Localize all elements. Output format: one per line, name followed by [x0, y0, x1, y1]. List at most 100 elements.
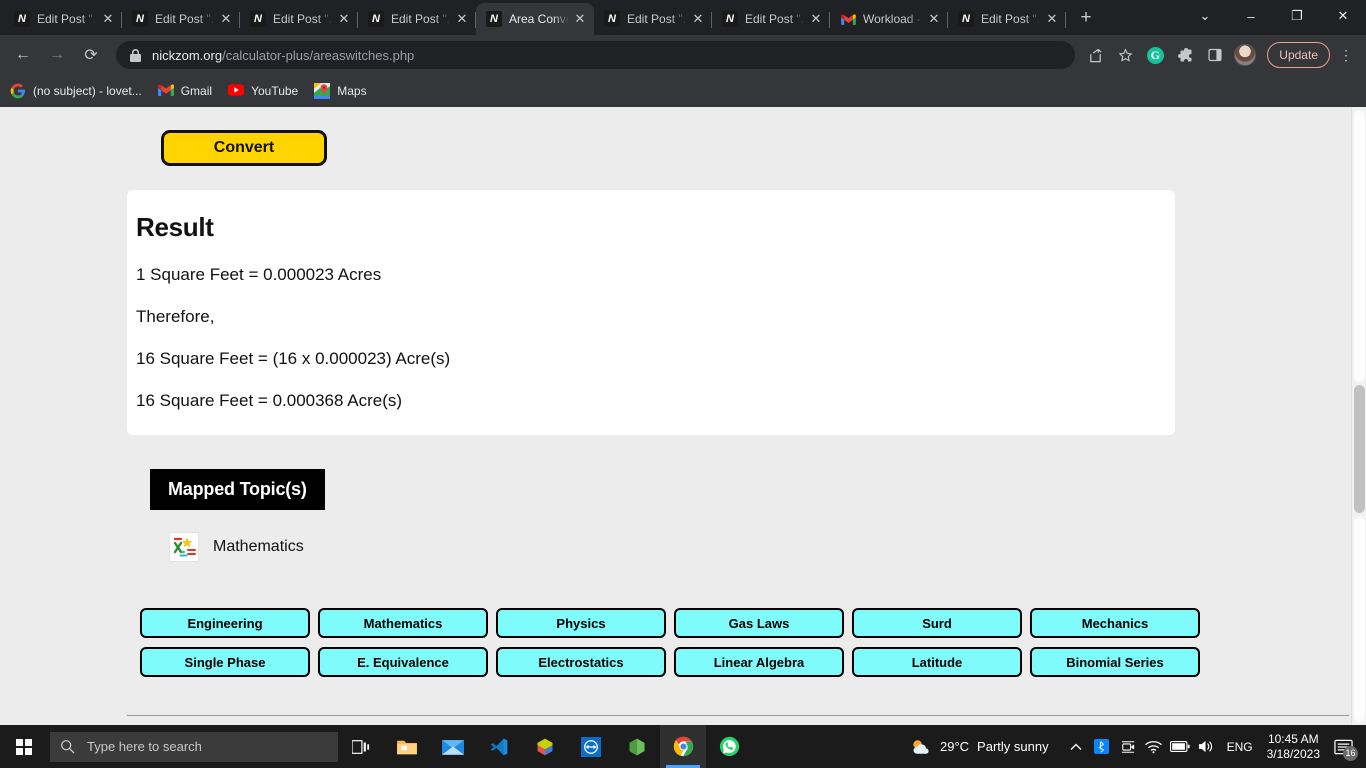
- close-icon[interactable]: ✕: [336, 11, 352, 27]
- tag-button-e-equivalence[interactable]: E. Equivalence: [318, 647, 488, 677]
- grammarly-badge: G: [1146, 46, 1164, 64]
- wifi-icon[interactable]: [1141, 725, 1167, 768]
- section-divider: [127, 715, 1349, 716]
- close-window-button[interactable]: ✕: [1320, 0, 1366, 32]
- close-icon[interactable]: ✕: [690, 11, 706, 27]
- browser-tab-workload[interactable]: Workload - ✕: [830, 3, 948, 35]
- nickzom-icon: N: [722, 11, 738, 27]
- convert-button[interactable]: Convert: [161, 130, 327, 166]
- bookmark-label: Gmail: [180, 84, 213, 98]
- side-panel-icon[interactable]: [1201, 41, 1229, 69]
- close-icon[interactable]: ✕: [926, 11, 942, 27]
- tab-strip: N Edit Post "... ✕ N Edit Post "... ✕ N …: [0, 0, 1366, 35]
- bookmark-item-no-subject[interactable]: (no subject) - lovet...: [10, 83, 142, 99]
- tag-button-gas-laws[interactable]: Gas Laws: [674, 608, 844, 638]
- browser-tab-9[interactable]: N Edit Post "... ✕: [948, 3, 1066, 35]
- maps-icon: [314, 83, 331, 99]
- new-tab-button[interactable]: +: [1072, 5, 1100, 33]
- task-view-icon[interactable]: [338, 725, 384, 768]
- weather-widget[interactable]: 29°C Partly sunny: [910, 738, 1049, 756]
- node-icon[interactable]: [614, 725, 660, 768]
- page-content: Convert Result 1 Square Feet = 0.000023 …: [0, 107, 1351, 725]
- battery-icon[interactable]: [1167, 725, 1193, 768]
- mail-icon[interactable]: [430, 725, 476, 768]
- nickzom-icon: N: [368, 11, 384, 27]
- browser-tab-3[interactable]: N Edit Post "... ✕: [240, 3, 358, 35]
- mapped-topic-item[interactable]: Mathematics: [169, 532, 1351, 562]
- whatsapp-icon[interactable]: [706, 725, 752, 768]
- close-icon[interactable]: ✕: [218, 11, 234, 27]
- tab-search-icon[interactable]: ⌄: [1182, 0, 1228, 32]
- lock-icon: [128, 48, 142, 62]
- file-explorer-icon[interactable]: [384, 725, 430, 768]
- volume-icon[interactable]: [1193, 725, 1219, 768]
- address-bar[interactable]: nickzom.org/calculator-plus/areaswitches…: [116, 41, 1076, 69]
- bookmark-item-youtube[interactable]: YouTube: [228, 83, 298, 99]
- page-viewport: Convert Result 1 Square Feet = 0.000023 …: [0, 107, 1366, 725]
- bluetooth-icon[interactable]: [1089, 725, 1115, 768]
- extensions-puzzle-icon[interactable]: [1171, 41, 1199, 69]
- tag-button-binomial-series[interactable]: Binomial Series: [1030, 647, 1200, 677]
- gmail-icon: [840, 11, 856, 27]
- close-icon[interactable]: ✕: [1044, 11, 1060, 27]
- close-icon[interactable]: ✕: [808, 11, 824, 27]
- camera-privacy-icon[interactable]: [1115, 725, 1141, 768]
- chrome-icon[interactable]: [660, 725, 706, 768]
- reload-icon[interactable]: ⟳: [76, 40, 106, 70]
- browser-tab-7[interactable]: N Edit Post "... ✕: [712, 3, 830, 35]
- avatar[interactable]: [1231, 41, 1259, 69]
- browser-tab-1[interactable]: N Edit Post "... ✕: [4, 3, 122, 35]
- url-text: nickzom.org/calculator-plus/areaswitches…: [152, 48, 414, 63]
- bookmark-item-maps[interactable]: Maps: [314, 83, 367, 99]
- result-line: 16 Square Feet = (16 x 0.000023) Acre(s): [136, 349, 451, 368]
- mathematics-icon: [169, 532, 199, 562]
- 3d-viewer-icon[interactable]: [522, 725, 568, 768]
- grammarly-icon[interactable]: G: [1141, 41, 1169, 69]
- clock-date: 3/18/2023: [1266, 746, 1320, 761]
- tag-button-physics[interactable]: Physics: [496, 608, 666, 638]
- tag-button-engineering[interactable]: Engineering: [140, 608, 310, 638]
- tag-button-latitude[interactable]: Latitude: [852, 647, 1022, 677]
- tag-button-electrostatics[interactable]: Electrostatics: [496, 647, 666, 677]
- close-icon[interactable]: ✕: [572, 11, 588, 27]
- bookmark-label: YouTube: [251, 84, 299, 98]
- bookmark-item-gmail[interactable]: Gmail: [157, 83, 213, 99]
- search-input[interactable]: Type here to search: [50, 731, 338, 762]
- chrome-menu-icon[interactable]: ⋮: [1334, 47, 1358, 64]
- scrollbar-track-upper[interactable]: [1354, 110, 1365, 382]
- tag-button-linear-algebra[interactable]: Linear Algebra: [674, 647, 844, 677]
- maximize-button[interactable]: ❐: [1274, 0, 1320, 32]
- forward-icon[interactable]: →: [42, 40, 72, 70]
- scrollbar-thumb[interactable]: [1354, 385, 1365, 513]
- nickzom-icon: N: [14, 11, 30, 27]
- tag-button-single-phase[interactable]: Single Phase: [140, 647, 310, 677]
- browser-tab-4[interactable]: N Edit Post "... ✕: [358, 3, 476, 35]
- share-icon[interactable]: [1081, 41, 1109, 69]
- close-icon[interactable]: ✕: [100, 11, 116, 27]
- show-hidden-icons-chevron-icon[interactable]: [1063, 725, 1089, 768]
- minimize-button[interactable]: –: [1228, 0, 1274, 32]
- notification-center-icon[interactable]: 16: [1326, 725, 1360, 768]
- page-scrollbar[interactable]: [1351, 107, 1366, 725]
- browser-tab-active-area-converter[interactable]: N Area Conve... ✕: [476, 3, 594, 35]
- tag-button-surd[interactable]: Surd: [852, 608, 1022, 638]
- scrollbar-track-lower[interactable]: [1354, 517, 1365, 722]
- bookmark-star-icon[interactable]: [1111, 41, 1139, 69]
- nickzom-icon: N: [958, 11, 974, 27]
- tag-button-mathematics[interactable]: Mathematics: [318, 608, 488, 638]
- browser-tab-2[interactable]: N Edit Post "... ✕: [122, 3, 240, 35]
- update-button[interactable]: Update: [1267, 42, 1330, 68]
- back-icon[interactable]: ←: [8, 40, 38, 70]
- teamviewer-icon[interactable]: [568, 725, 614, 768]
- close-icon[interactable]: ✕: [454, 11, 470, 27]
- mapped-topic-label: Mathematics: [213, 538, 304, 555]
- start-icon[interactable]: [0, 725, 48, 768]
- browser-tab-6[interactable]: N Edit Post "... ✕: [594, 3, 712, 35]
- language-indicator[interactable]: ENG: [1219, 740, 1261, 754]
- taskbar-clock[interactable]: 10:45 AM 3/18/2023: [1261, 732, 1326, 762]
- result-card: Result 1 Square Feet = 0.000023 Acres Th…: [127, 190, 1175, 435]
- tab-title: Area Conve...: [509, 12, 570, 26]
- result-line: 1 Square Feet = 0.000023 Acres: [136, 265, 382, 284]
- tag-button-mechanics[interactable]: Mechanics: [1030, 608, 1200, 638]
- vscode-icon[interactable]: [476, 725, 522, 768]
